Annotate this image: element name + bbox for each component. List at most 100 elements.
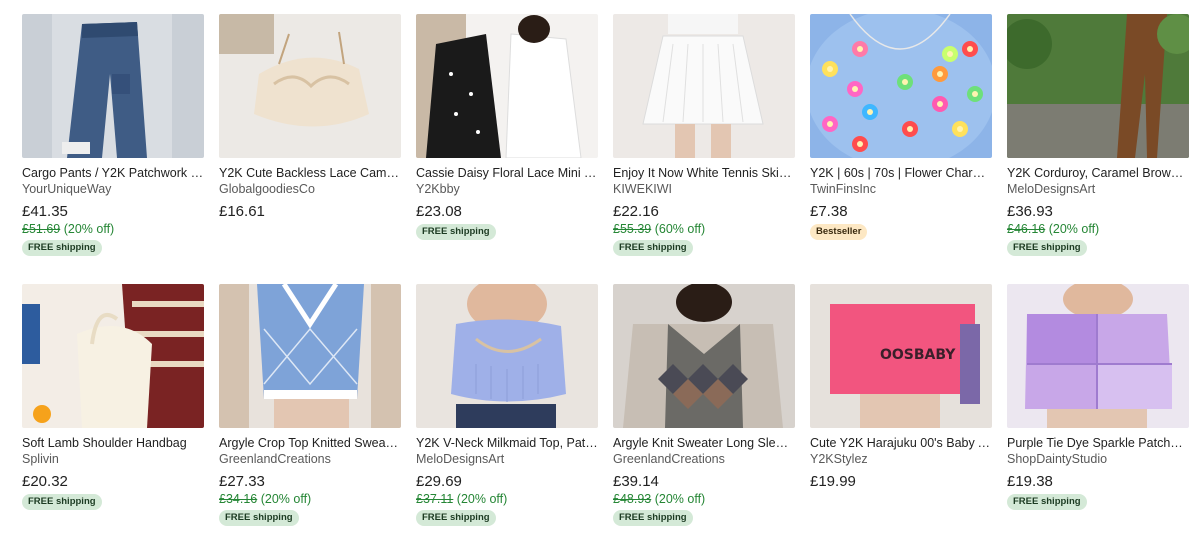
cargo-jeans-photo-art bbox=[22, 14, 204, 158]
listing-price: £36.93 bbox=[1007, 203, 1053, 220]
tennis-skirt-photo-art bbox=[613, 14, 795, 158]
discount-line: £51.69 (20% off) bbox=[22, 221, 204, 237]
listing-title[interactable]: Argyle Knit Sweater Long Sleev… bbox=[613, 436, 795, 451]
listing-card[interactable]: Purple Tie Dye Sparkle Patchw… ShopDaint… bbox=[1007, 284, 1189, 534]
shop-name: KIWEKIWI bbox=[613, 182, 673, 196]
listing-title[interactable]: Soft Lamb Shoulder Handbag bbox=[22, 436, 204, 451]
discount-percent: (20% off) bbox=[1048, 222, 1100, 236]
free-shipping-badge: FREE shipping bbox=[613, 240, 693, 256]
shop-name: MeloDesignsArt bbox=[416, 452, 505, 466]
free-shipping-badge: FREE shipping bbox=[416, 510, 496, 526]
original-price: £55.39 bbox=[613, 222, 652, 236]
shop-name: GreenlandCreations bbox=[613, 452, 725, 466]
listing-title[interactable]: Cassie Daisy Floral Lace Mini Y… bbox=[416, 166, 598, 181]
milkmaid-top-photo[interactable] bbox=[416, 284, 598, 428]
bestseller-badge: Bestseller bbox=[810, 224, 868, 240]
free-shipping-badge: FREE shipping bbox=[613, 510, 693, 526]
flower-charm-photo[interactable] bbox=[810, 14, 992, 158]
listing-card[interactable]: Y2K | 60s | 70s | Flower Charm … TwinFin… bbox=[810, 14, 992, 284]
listing-row: Cargo Pants / Y2K Patchwork B… YourUniqu… bbox=[22, 14, 1192, 284]
lamb-handbag-photo[interactable] bbox=[22, 284, 204, 428]
original-price: £46.16 bbox=[1007, 222, 1046, 236]
floral-dress-photo[interactable] bbox=[416, 14, 598, 158]
shop-name: TwinFinsInc bbox=[810, 182, 876, 196]
free-shipping-badge: FREE shipping bbox=[22, 240, 102, 256]
listing-card[interactable]: Y2K Cute Backless Lace Cami … Globalgood… bbox=[219, 14, 401, 284]
argyle-sweater-photo[interactable] bbox=[613, 284, 795, 428]
listing-row: Soft Lamb Shoulder Handbag Splivin £20.3… bbox=[22, 284, 1192, 534]
listing-card[interactable]: Argyle Crop Top Knitted Sweat… Greenland… bbox=[219, 284, 401, 534]
original-price: £48.93 bbox=[613, 492, 652, 506]
harajuku-tee-photo[interactable]: OOSBABY bbox=[810, 284, 992, 428]
svg-text:OOSBABY: OOSBABY bbox=[880, 347, 956, 363]
original-price: £37.11 bbox=[416, 492, 454, 506]
shop-name: YourUniqueWay bbox=[22, 182, 112, 196]
free-shipping-badge: FREE shipping bbox=[219, 510, 299, 526]
listing-price: £22.16 bbox=[613, 203, 659, 220]
discount-line: £34.16 (20% off) bbox=[219, 491, 401, 507]
listing-card[interactable]: Y2K Corduroy, Caramel Brown … MeloDesign… bbox=[1007, 14, 1189, 284]
listing-title[interactable]: Y2K V-Neck Milkmaid Top, Patc… bbox=[416, 436, 598, 451]
listing-card[interactable]: OOSBABY Cute Y2K Harajuku 00's Baby A… Y… bbox=[810, 284, 992, 534]
listing-price: £23.08 bbox=[416, 203, 462, 220]
discount-line: £48.93 (20% off) bbox=[613, 491, 795, 507]
argyle-sweater-photo-art bbox=[613, 284, 795, 428]
listing-card[interactable]: Argyle Knit Sweater Long Sleev… Greenlan… bbox=[613, 284, 795, 534]
listing-card[interactable]: Cassie Daisy Floral Lace Mini Y… Y2Kbby … bbox=[416, 14, 598, 284]
lace-cami-photo-art bbox=[219, 14, 401, 158]
listing-title[interactable]: Purple Tie Dye Sparkle Patchw… bbox=[1007, 436, 1189, 451]
listing-price: £41.35 bbox=[22, 203, 68, 220]
cargo-jeans-photo[interactable] bbox=[22, 14, 204, 158]
argyle-crop-photo[interactable] bbox=[219, 284, 401, 428]
listing-card[interactable]: Y2K V-Neck Milkmaid Top, Patc… MeloDesig… bbox=[416, 284, 598, 534]
discount-percent: (20% off) bbox=[260, 492, 312, 506]
listing-title[interactable]: Enjoy It Now White Tennis Skirt … bbox=[613, 166, 795, 181]
listing-title[interactable]: Y2K | 60s | 70s | Flower Charm … bbox=[810, 166, 992, 181]
harajuku-tee-photo-art: OOSBABY bbox=[810, 284, 992, 428]
listing-price: £7.38 bbox=[810, 203, 848, 220]
listing-price: £27.33 bbox=[219, 473, 265, 490]
original-price: £51.69 bbox=[22, 222, 61, 236]
listing-title[interactable]: Argyle Crop Top Knitted Sweat… bbox=[219, 436, 401, 451]
shop-name: MeloDesignsArt bbox=[1007, 182, 1096, 196]
discount-percent: (20% off) bbox=[654, 492, 706, 506]
tie-dye-top-photo-art bbox=[1007, 284, 1189, 428]
floral-dress-photo-art bbox=[416, 14, 598, 158]
discount-line: £46.16 (20% off) bbox=[1007, 221, 1189, 237]
listing-title[interactable]: Cute Y2K Harajuku 00's Baby A… bbox=[810, 436, 992, 451]
tennis-skirt-photo[interactable] bbox=[613, 14, 795, 158]
listing-price: £29.69 bbox=[416, 473, 462, 490]
free-shipping-badge: FREE shipping bbox=[22, 494, 102, 510]
listing-price: £19.38 bbox=[1007, 473, 1053, 490]
listing-price: £20.32 bbox=[22, 473, 68, 490]
listing-grid: Cargo Pants / Y2K Patchwork B… YourUniqu… bbox=[22, 14, 1192, 534]
shop-name: Y2Kbby bbox=[416, 182, 460, 196]
listing-card[interactable]: Cargo Pants / Y2K Patchwork B… YourUniqu… bbox=[22, 14, 204, 284]
shop-name: Splivin bbox=[22, 452, 59, 466]
listing-price: £39.14 bbox=[613, 473, 659, 490]
discount-percent: (60% off) bbox=[654, 222, 706, 236]
listing-title[interactable]: Cargo Pants / Y2K Patchwork B… bbox=[22, 166, 204, 181]
discount-percent: (20% off) bbox=[63, 222, 115, 236]
listing-title[interactable]: Y2K Corduroy, Caramel Brown … bbox=[1007, 166, 1189, 181]
lace-cami-photo[interactable] bbox=[219, 14, 401, 158]
discount-line: £37.11 (20% off) bbox=[416, 491, 598, 507]
free-shipping-badge: FREE shipping bbox=[1007, 240, 1087, 256]
listing-card[interactable]: Enjoy It Now White Tennis Skirt … KIWEKI… bbox=[613, 14, 795, 284]
shop-name: ShopDaintyStudio bbox=[1007, 452, 1108, 466]
listing-title[interactable]: Y2K Cute Backless Lace Cami … bbox=[219, 166, 401, 181]
tie-dye-top-photo[interactable] bbox=[1007, 284, 1189, 428]
shop-name: Y2KStylez bbox=[810, 452, 868, 466]
milkmaid-top-photo-art bbox=[416, 284, 598, 428]
free-shipping-badge: FREE shipping bbox=[416, 224, 496, 240]
shop-name: GlobalgoodiesCo bbox=[219, 182, 315, 196]
free-shipping-badge: FREE shipping bbox=[1007, 494, 1087, 510]
shop-name: GreenlandCreations bbox=[219, 452, 331, 466]
listing-price: £16.61 bbox=[219, 203, 265, 220]
listing-card[interactable]: Soft Lamb Shoulder Handbag Splivin £20.3… bbox=[22, 284, 204, 534]
discount-line: £55.39 (60% off) bbox=[613, 221, 795, 237]
corduroy-pants-photo-art bbox=[1007, 14, 1189, 158]
corduroy-pants-photo[interactable] bbox=[1007, 14, 1189, 158]
flower-charm-photo-art bbox=[810, 14, 992, 158]
listing-price: £19.99 bbox=[810, 473, 856, 490]
